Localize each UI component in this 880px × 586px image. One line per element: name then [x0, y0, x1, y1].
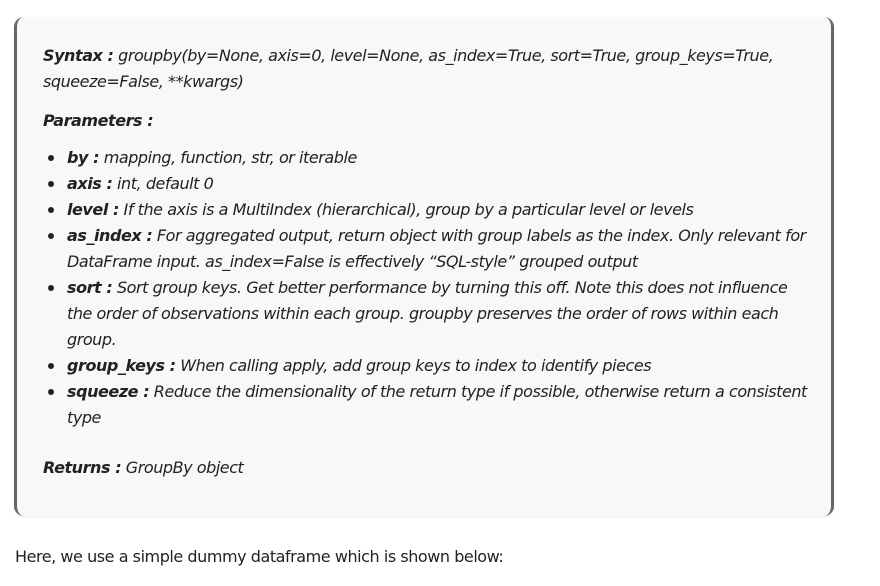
param-item-axis: axis : int, default 0: [48, 171, 813, 197]
param-name: squeeze :: [67, 382, 150, 401]
syntax-signature: groupby(by=None, axis=0, level=None, as_…: [43, 46, 774, 91]
param-name: group_keys :: [67, 356, 176, 375]
syntax-label: Syntax :: [43, 46, 114, 65]
param-name: sort :: [67, 278, 113, 297]
param-item-by: by : mapping, function, str, or iterable: [48, 145, 813, 171]
body-paragraph: Here, we use a simple dummy dataframe wh…: [15, 547, 504, 566]
returns-label: Returns :: [43, 458, 122, 477]
param-desc: If the axis is a MultiIndex (hierarchica…: [118, 200, 694, 219]
returns-value: GroupBy object: [121, 458, 244, 477]
param-desc: Sort group keys. Get better performance …: [67, 278, 788, 349]
param-item-level: level : If the axis is a MultiIndex (hie…: [48, 197, 813, 223]
param-name: axis :: [67, 174, 113, 193]
param-item-as-index: as_index : For aggregated output, return…: [48, 223, 813, 275]
param-item-sort: sort : Sort group keys. Get better perfo…: [48, 275, 813, 353]
param-desc: For aggregated output, return object wit…: [67, 226, 806, 271]
param-item-group-keys: group_keys : When calling apply, add gro…: [48, 353, 813, 379]
parameters-list: by : mapping, function, str, or iterable…: [43, 145, 813, 431]
returns-line: Returns : GroupBy object: [43, 455, 813, 481]
param-name: by :: [67, 148, 100, 167]
param-desc: mapping, function, str, or iterable: [99, 148, 358, 167]
parameters-heading: Parameters :: [43, 111, 154, 130]
param-desc: When calling apply, add group keys to in…: [175, 356, 652, 375]
syntax-line: Syntax : groupby(by=None, axis=0, level=…: [43, 43, 813, 95]
param-item-squeeze: squeeze : Reduce the dimensionality of t…: [48, 379, 813, 431]
param-name: level :: [67, 200, 119, 219]
param-desc: Reduce the dimensionality of the return …: [67, 382, 807, 427]
blockquote-content: Syntax : groupby(by=None, axis=0, level=…: [43, 43, 813, 481]
param-desc: int, default 0: [112, 174, 214, 193]
param-name: as_index :: [67, 226, 153, 245]
